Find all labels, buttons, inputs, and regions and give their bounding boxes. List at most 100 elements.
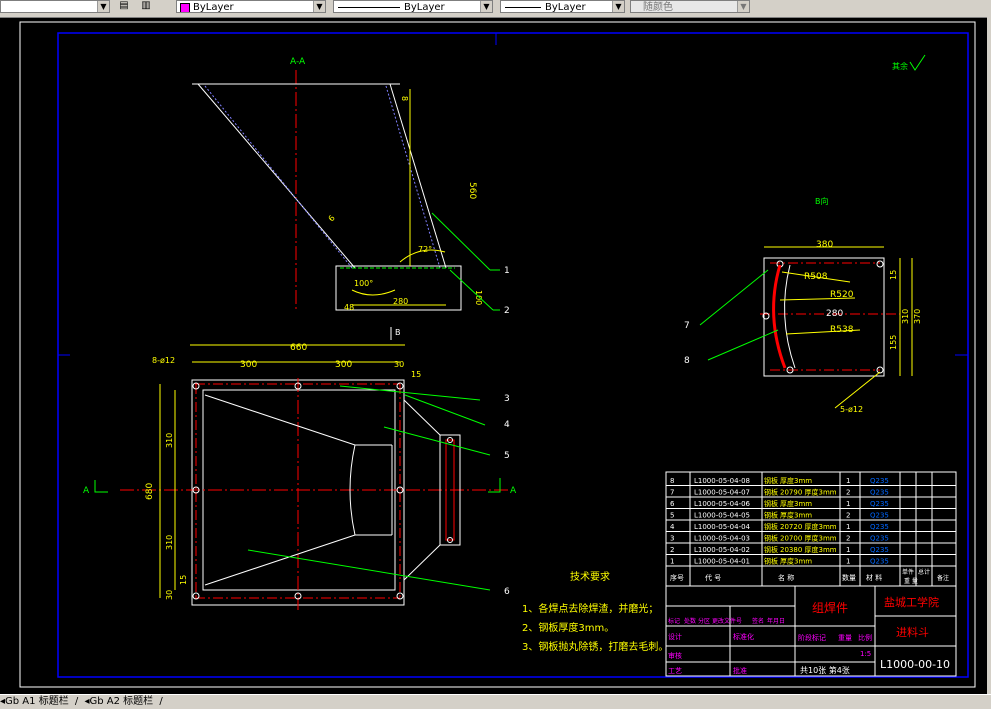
bom-cell-spec: 厚度3mm: [780, 557, 812, 566]
bom-table: 8 L1000-05-04-08 钢板 厚度3mm 1 Q2357 L1000-05-04-…: [665, 471, 957, 587]
lineweight-sample: [505, 7, 541, 8]
bom-cell-material: Q235: [870, 523, 889, 531]
balloon-8: 8: [684, 356, 690, 366]
bom-cell-material: Q235: [870, 489, 889, 497]
frame-border: [57, 32, 969, 678]
bom-cell-material: Q235: [870, 500, 889, 508]
drawing-type: 组焊件: [812, 600, 848, 615]
school-name: 盐城工学院: [884, 595, 939, 609]
bom-cell-qty: 2: [846, 535, 850, 543]
leader-line: [431, 212, 491, 271]
color-value: ByLayer: [193, 2, 234, 13]
lineweight-dropdown[interactable]: ByLayer ▼: [500, 0, 625, 13]
dim-text: R508: [804, 272, 828, 282]
dim-text: 6: [327, 214, 337, 224]
bom-header-weight: 重 量: [904, 577, 918, 585]
bom-cell-name: 钢板: [764, 499, 778, 508]
dim-text: 15: [411, 370, 421, 379]
edge-line: [403, 399, 441, 436]
dim-text: 310: [901, 309, 910, 324]
bom-cell-qty: 1: [846, 546, 850, 554]
bom-cell-spec: 20790 厚度3mm: [780, 488, 837, 497]
tb-stage: 阶段标记: [798, 633, 826, 642]
plotstyle-value: 随颜色: [643, 2, 673, 13]
plotstyle-dropdown[interactable]: 随颜色 ▼: [630, 0, 750, 13]
bom-cell-spec: 20700 厚度3mm: [780, 534, 837, 543]
tb-scale: 1:5: [860, 650, 871, 658]
edge-line: [197, 83, 356, 269]
tb-sheets: 共10张 第4张: [800, 665, 850, 675]
vertical-scrollbar[interactable]: [987, 17, 991, 694]
tech-req-2: 2、钢板厚度3mm。: [522, 621, 614, 634]
bom-cell-material: Q235: [870, 512, 889, 520]
dim-text: 560: [467, 182, 477, 199]
color-swatch: [180, 3, 190, 12]
tb-zone: 分区: [698, 617, 710, 625]
section-arrow: [94, 480, 108, 493]
bom-cell-name: 钢板: [764, 534, 778, 543]
bom-cell-code: L1000-05-04-02: [694, 546, 750, 554]
tb-check: 审核: [668, 651, 682, 660]
chevron-down-icon: ▼: [313, 1, 325, 12]
tb-mark: 标记: [668, 617, 680, 625]
tb-count: 处数: [684, 617, 696, 625]
paper-border: [19, 21, 976, 688]
section-arrow-label: A: [510, 486, 517, 496]
dim-text: 310: [165, 433, 174, 448]
bom-cell-qty: 2: [846, 512, 850, 520]
leader-line: [339, 385, 481, 401]
dim-text: 300: [240, 360, 257, 370]
bom-cell-name: 钢板: [764, 488, 778, 497]
leader-line: [834, 371, 881, 409]
arc-plate: [772, 264, 787, 369]
dim-text: 100°: [354, 279, 373, 288]
bom-cell-code: L1000-05-04-08: [694, 477, 750, 485]
layer-dropdown[interactable]: ▼: [0, 0, 110, 13]
bom-cell-code: L1000-05-04-06: [694, 500, 751, 508]
tb-standard: 标准化: [733, 632, 754, 641]
tab-gb-a2[interactable]: ◂Gb A2 标题栏 /: [84, 696, 162, 707]
bom-cell-qty: 2: [846, 489, 850, 497]
bom-header-code: 代 号: [705, 573, 721, 582]
dim-text: 15: [889, 270, 898, 280]
dim-text: 280: [826, 309, 843, 319]
layer-stack-icon[interactable]: ▤: [117, 0, 131, 12]
bom-header-total-weight: 总计: [918, 568, 930, 576]
dim-text: 155: [889, 335, 898, 350]
bom-cell-code: L1000-05-04-07: [694, 489, 750, 497]
chevron-down-icon: ▼: [97, 1, 109, 12]
dim-text: 5-ø12: [840, 405, 863, 414]
bom-header-name: 名 称: [778, 573, 794, 582]
bom-cell-name: 钢板: [764, 557, 778, 566]
bom-cell-material: Q235: [870, 477, 889, 485]
drawing-canvas[interactable]: A-A 560 8 72° 100° 100 280 48 6 1 2 B 66…: [0, 17, 991, 694]
bom-cell-qty: 1: [846, 523, 850, 531]
bom-row: 7 L1000-05-04-07 钢板 20790 厚度3mm 2 Q235: [666, 488, 956, 498]
lineweight-value: ByLayer: [545, 2, 586, 13]
bom-cell-name: 钢板: [764, 545, 778, 554]
balloon-4: 4: [504, 420, 510, 430]
dim-text: 30: [165, 590, 174, 600]
roughness-symbol-icon: [909, 54, 926, 71]
tb-approve: 批准: [733, 666, 747, 675]
bom-header-unit-weight: 单件: [902, 568, 914, 576]
bom-cell-code: L1000-05-04-05: [694, 512, 750, 520]
bom-row: 4 L1000-05-04-04 钢板 20720 厚度3mm 1 Q235: [666, 522, 956, 532]
color-dropdown[interactable]: ByLayer ▼: [176, 0, 326, 13]
dim-text: R538: [830, 325, 854, 335]
bom-cell-code: L1000-05-04-01: [694, 558, 750, 566]
balloon-6: 6: [504, 587, 510, 597]
bom-cell-material: Q235: [870, 546, 889, 554]
linetype-dropdown[interactable]: ByLayer ▼: [333, 0, 493, 13]
dim-text: R520: [830, 290, 854, 300]
bom-cell-code: L1000-05-04-04: [694, 523, 751, 531]
section-view-aa: A-A 560 8 72° 100° 100 280 48 6 1 2: [192, 57, 510, 316]
edge-line: [204, 394, 356, 446]
tab-gb-a1[interactable]: ◂Gb A1 标题栏 /: [0, 696, 78, 707]
bom-header-remark: 备注: [937, 574, 949, 582]
dim-text: 680: [145, 483, 155, 500]
tb-process: 工艺: [668, 667, 682, 675]
layer-previous-icon[interactable]: ▥: [139, 0, 153, 12]
chevron-down-icon: ▼: [737, 1, 749, 12]
chevron-down-icon: ▼: [612, 1, 624, 12]
